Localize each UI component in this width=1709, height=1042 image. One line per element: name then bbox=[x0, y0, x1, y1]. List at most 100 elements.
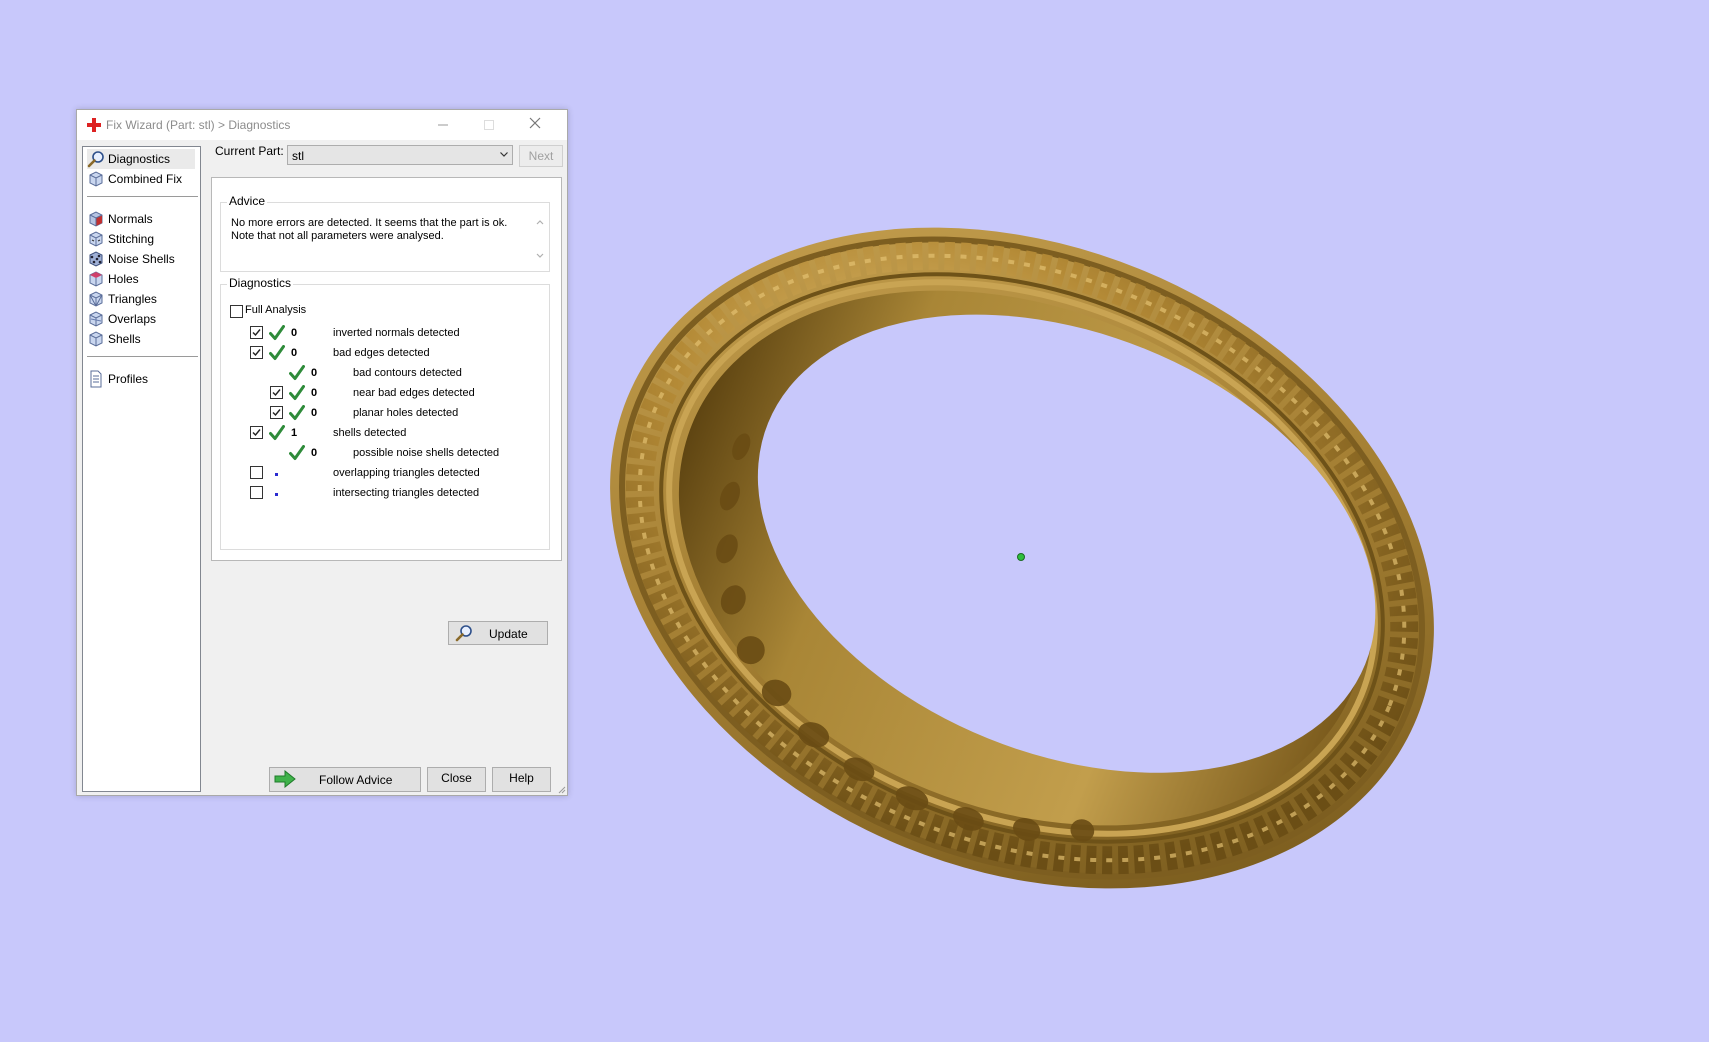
green-check-icon bbox=[289, 445, 305, 460]
checkmark-icon bbox=[272, 409, 281, 417]
follow-advice-label: Follow Advice bbox=[319, 773, 393, 787]
nav-label: Overlaps bbox=[108, 312, 157, 326]
green-check-icon bbox=[289, 365, 305, 380]
nav-item-combined-fix[interactable]: Combined Fix bbox=[87, 169, 195, 189]
close-button[interactable]: Close bbox=[427, 767, 486, 792]
diagnostic-label: inverted normals detected bbox=[333, 327, 460, 339]
diagnostic-row: 0 planar holes detected bbox=[221, 405, 541, 423]
diagnostic-checkbox[interactable] bbox=[250, 426, 263, 439]
full-analysis-label: Full Analysis bbox=[245, 304, 307, 316]
nav-label: Stitching bbox=[108, 232, 155, 246]
diagnostic-row: intersecting triangles detected bbox=[221, 485, 541, 503]
checkmark-icon bbox=[272, 389, 281, 397]
diagnostic-label: bad edges detected bbox=[333, 347, 430, 359]
help-button[interactable]: Help bbox=[492, 767, 551, 792]
diagnostic-checkbox[interactable] bbox=[270, 386, 283, 399]
diagnostic-label: possible noise shells detected bbox=[353, 447, 500, 459]
pivot-marker bbox=[1017, 553, 1025, 561]
diagnostic-checkbox[interactable] bbox=[250, 346, 263, 359]
red-cross-icon bbox=[87, 118, 101, 132]
minimize-button[interactable] bbox=[421, 110, 465, 140]
nav-label: Triangles bbox=[108, 292, 157, 306]
diagnostic-checkbox[interactable] bbox=[270, 406, 283, 419]
maximize-button[interactable] bbox=[467, 110, 511, 140]
chevron-down-icon bbox=[500, 152, 508, 157]
nav-item-triangles[interactable]: Triangles bbox=[87, 289, 195, 309]
advice-group: Advice No more errors are detected. It s… bbox=[220, 194, 550, 272]
resize-grip-icon[interactable] bbox=[556, 784, 566, 794]
nav-label: Profiles bbox=[108, 372, 149, 386]
diagnostics-title: Diagnostics bbox=[227, 276, 294, 290]
window-title: Fix Wizard (Part: stl) > Diagnostics bbox=[106, 118, 291, 132]
diagnostic-row: overlapping triangles detected bbox=[221, 465, 541, 483]
diagnostic-checkbox[interactable] bbox=[250, 486, 263, 499]
minimize-icon bbox=[438, 124, 448, 126]
nav-divider bbox=[87, 196, 198, 197]
nav-item-profiles[interactable]: Profiles bbox=[87, 369, 195, 389]
normals-cube-icon bbox=[89, 211, 103, 227]
diagnostic-row: 1 shells detected bbox=[221, 425, 541, 443]
diagnostic-label: overlapping triangles detected bbox=[333, 467, 480, 479]
diagnostic-row: 0 possible noise shells detected bbox=[221, 445, 541, 463]
checkmark-icon bbox=[252, 349, 261, 357]
diagnostics-panel: Advice No more errors are detected. It s… bbox=[211, 177, 562, 645]
green-check-icon bbox=[269, 425, 285, 440]
diagnostic-count: 0 bbox=[291, 347, 298, 359]
green-check-icon bbox=[269, 325, 285, 340]
current-part-dropdown[interactable]: stl bbox=[287, 145, 513, 165]
diagnostic-count: 0 bbox=[291, 327, 298, 339]
fix-wizard-dialog: Fix Wizard (Part: stl) > Diagnostics Dia… bbox=[76, 109, 568, 796]
diagnostic-label: planar holes detected bbox=[353, 407, 459, 419]
diagnostic-checkbox[interactable] bbox=[250, 466, 263, 479]
magnifier-icon bbox=[455, 625, 472, 642]
close-icon bbox=[529, 117, 541, 129]
checkmark-icon bbox=[252, 429, 261, 437]
pending-dot-icon bbox=[275, 493, 278, 496]
nav-item-noise-shells[interactable]: Noise Shells bbox=[87, 249, 195, 269]
diagnostic-count: 0 bbox=[311, 447, 318, 459]
diagnostic-count: 0 bbox=[311, 367, 318, 379]
diagnostic-row: 0 near bad edges detected bbox=[221, 385, 541, 403]
noise-shells-icon bbox=[89, 251, 103, 267]
nav-label: Diagnostics bbox=[108, 152, 171, 166]
update-label: Update bbox=[489, 627, 528, 641]
update-button[interactable]: Update bbox=[448, 621, 548, 645]
green-check-icon bbox=[269, 345, 285, 360]
diagnostic-checkbox[interactable] bbox=[250, 326, 263, 339]
advice-text: No more errors are detected. It seems th… bbox=[231, 217, 508, 242]
pending-dot-icon bbox=[275, 473, 278, 476]
triangles-cube-icon bbox=[89, 291, 103, 307]
diagnostic-label: bad contours detected bbox=[353, 367, 462, 379]
diagnostic-label: shells detected bbox=[333, 427, 407, 439]
diagnostic-label: near bad edges detected bbox=[353, 387, 475, 399]
diagnostic-row: 0 inverted normals detected bbox=[221, 325, 541, 343]
diagnostic-row: 0 bad contours detected bbox=[221, 365, 541, 383]
nav-label: Combined Fix bbox=[108, 172, 183, 186]
next-button[interactable]: Next bbox=[519, 145, 563, 167]
nav-item-normals[interactable]: Normals bbox=[87, 209, 195, 229]
advice-scrollbar[interactable] bbox=[533, 215, 547, 263]
nav-item-overlaps[interactable]: Overlaps bbox=[87, 309, 195, 329]
diagnostic-count: 1 bbox=[291, 427, 298, 439]
wizard-nav: Diagnostics Combined Fix Normals Stitchi… bbox=[82, 146, 201, 792]
green-arrow-icon bbox=[274, 770, 296, 788]
magnifier-icon bbox=[87, 151, 104, 168]
close-window-button[interactable] bbox=[513, 110, 557, 140]
nav-item-stitching[interactable]: Stitching bbox=[87, 229, 195, 249]
green-check-icon bbox=[289, 405, 305, 420]
maximize-icon bbox=[484, 120, 494, 130]
nav-item-holes[interactable]: Holes bbox=[87, 269, 195, 289]
full-analysis-checkbox[interactable] bbox=[230, 305, 243, 318]
overlaps-cube-icon bbox=[89, 311, 103, 327]
stitching-cube-icon bbox=[89, 231, 103, 247]
diagnostic-count: 0 bbox=[311, 387, 318, 399]
nav-label: Normals bbox=[108, 212, 153, 226]
current-part-value: stl bbox=[292, 149, 304, 163]
nav-label: Noise Shells bbox=[108, 252, 175, 266]
follow-advice-button[interactable]: Follow Advice bbox=[269, 767, 421, 792]
holes-cube-icon bbox=[89, 271, 103, 287]
title-bar[interactable]: Fix Wizard (Part: stl) > Diagnostics bbox=[77, 110, 567, 140]
nav-item-diagnostics[interactable]: Diagnostics bbox=[87, 149, 195, 169]
nav-label: Holes bbox=[108, 272, 139, 286]
nav-item-shells[interactable]: Shells bbox=[87, 329, 195, 349]
